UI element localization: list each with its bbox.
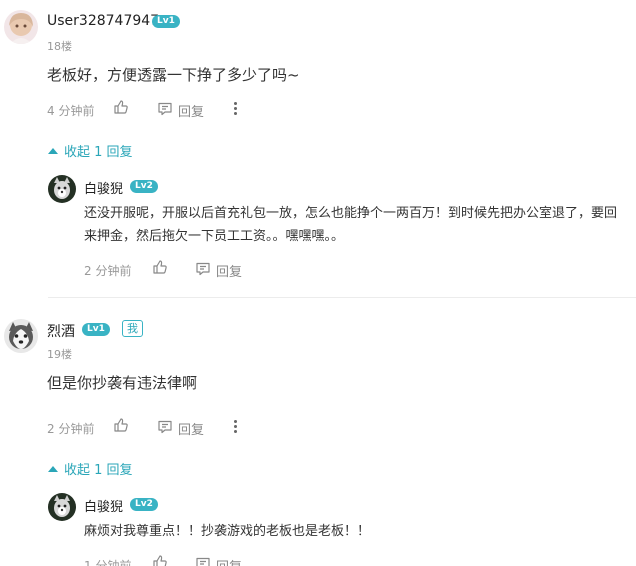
- like-button[interactable]: [152, 554, 168, 566]
- more-button[interactable]: [234, 420, 238, 435]
- wolf-avatar-icon: [48, 175, 76, 203]
- comment-content: 老板好，方便透露一下挣了多少了吗~: [47, 66, 300, 84]
- reply-content: 麻烦对我尊重点！！抄袭游戏的老板也是老板！！: [84, 524, 371, 539]
- reply-avatar[interactable]: [48, 493, 76, 521]
- divider: [48, 297, 636, 298]
- reply-username[interactable]: 白骏猊: [84, 178, 123, 197]
- more-vertical-icon: [234, 420, 238, 433]
- reply-item: 白骏猊 Lv2 还没开服呢，开服以后首充礼包一放，怎么也能挣个一两百万！到时候先…: [0, 170, 636, 280]
- anime-girl-avatar-icon: [4, 10, 38, 44]
- thumbs-up-icon: [114, 418, 128, 432]
- me-badge: 我: [122, 320, 143, 337]
- thumbs-up-icon: [153, 555, 167, 566]
- comment-item: User328747947 Lv1 18楼 老板好，方便透露一下挣了多少了吗~ …: [0, 0, 636, 298]
- floor-number: 19楼: [47, 348, 72, 361]
- comment-icon: [196, 557, 210, 566]
- comment-icon: [158, 420, 172, 434]
- level-badge: Lv1: [152, 15, 180, 28]
- reply-label: 回复: [216, 556, 242, 566]
- reply-time: 2 分钟前: [84, 264, 132, 278]
- comment-icon: [158, 102, 172, 116]
- comment-actions: 4 分钟前 回复: [47, 99, 347, 120]
- level-badge: Lv2: [130, 498, 158, 511]
- reply-content: 还没开服呢，开服以后首充礼包一放，怎么也能挣个一两百万！到时候先把办公室退了，要…: [84, 206, 618, 244]
- reply-username[interactable]: 白骏猊: [84, 496, 123, 515]
- wolf-avatar-icon: [48, 493, 76, 521]
- comment-time: 2 分钟前: [47, 422, 95, 436]
- like-button[interactable]: [113, 99, 129, 118]
- username[interactable]: User328747947: [47, 13, 159, 29]
- collapse-replies-label: 收起 1 回复: [64, 145, 133, 160]
- level-badge: Lv1: [82, 323, 110, 336]
- user-avatar[interactable]: [4, 319, 38, 353]
- comment-icon: [196, 262, 210, 276]
- level-badge: Lv2: [130, 180, 158, 193]
- collapse-replies-label: 收起 1 回复: [64, 463, 133, 478]
- reply-label: 回复: [178, 105, 205, 120]
- comment-content: 但是你抄袭有违法律啊: [47, 374, 198, 392]
- thumbs-up-icon: [114, 100, 128, 114]
- comment-actions: 2 分钟前 回复: [47, 417, 347, 438]
- like-button[interactable]: [152, 259, 168, 278]
- like-button[interactable]: [113, 417, 129, 436]
- triangle-up-icon: [48, 148, 58, 154]
- reply-actions: 1 分钟前 回复: [84, 554, 284, 566]
- triangle-up-icon: [48, 466, 58, 472]
- reply-avatar[interactable]: [48, 175, 76, 203]
- collapse-replies-button[interactable]: 收起 1 回复: [48, 141, 133, 160]
- username[interactable]: 烈酒: [47, 321, 75, 341]
- reply-time: 1 分钟前: [84, 559, 132, 566]
- floor-number: 18楼: [47, 40, 72, 53]
- comment-item: 烈酒 Lv1 我 19楼 但是你抄袭有违法律啊 2 分钟前 回复 收起 1 回复: [0, 310, 636, 566]
- user-avatar[interactable]: [4, 10, 38, 44]
- reply-label: 回复: [216, 265, 243, 280]
- more-button[interactable]: [234, 102, 238, 117]
- more-vertical-icon: [234, 102, 238, 115]
- thumbs-up-icon: [153, 260, 167, 274]
- collapse-replies-button[interactable]: 收起 1 回复: [48, 459, 133, 478]
- reply-item: 白骏猊 Lv2 麻烦对我尊重点！！抄袭游戏的老板也是老板！！ 1 分钟前 回复: [0, 488, 636, 566]
- husky-avatar-icon: [4, 319, 38, 353]
- reply-label: 回复: [178, 423, 205, 438]
- comment-time: 4 分钟前: [47, 104, 95, 118]
- reply-actions: 2 分钟前 回复: [84, 259, 284, 280]
